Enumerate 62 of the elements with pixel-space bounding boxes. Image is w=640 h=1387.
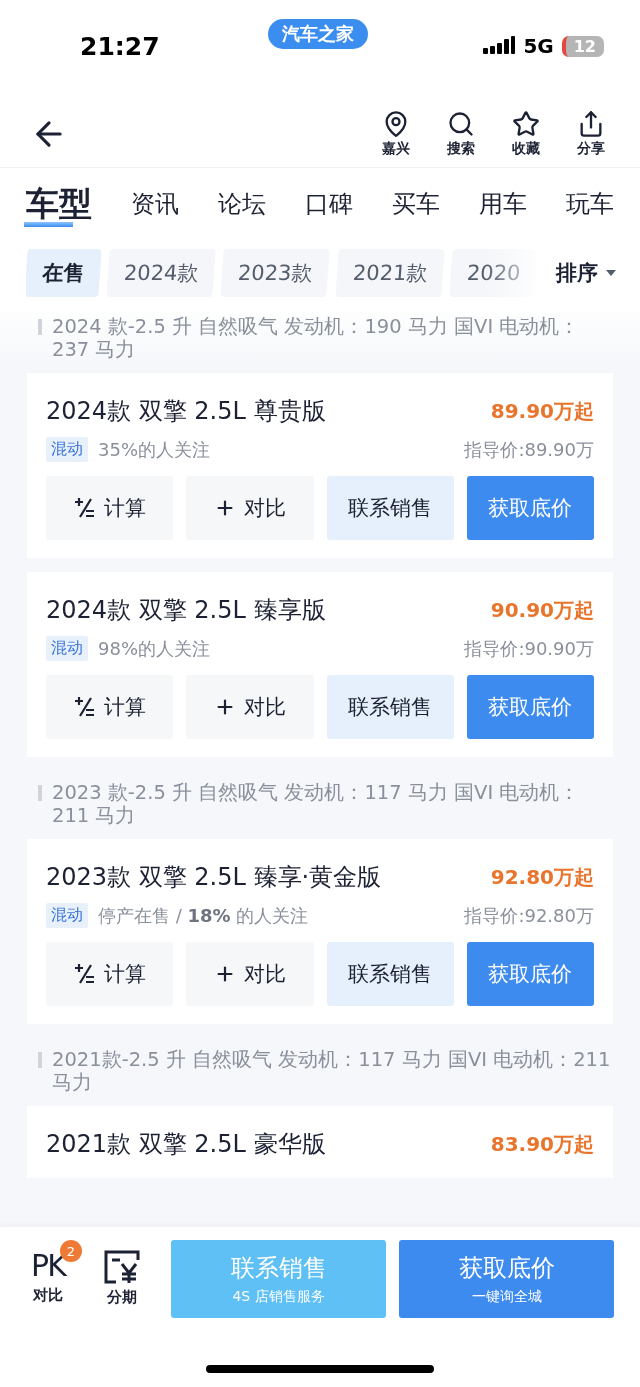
fuel-tag: 混动 — [46, 903, 88, 928]
battery-level: 12 — [561, 35, 604, 57]
action-button[interactable]: 联系销售 — [326, 476, 454, 540]
header-action[interactable]: 搜索 — [438, 109, 484, 158]
guide-price: 指导价:90.90万 — [464, 636, 594, 661]
model-title: 2023款 双擎 2.5L 臻享·黄金版 — [46, 862, 382, 893]
action-button[interactable]: 联系销售 — [326, 675, 454, 739]
plus-minus-icon — [73, 963, 96, 985]
action-button[interactable]: 对比 — [186, 675, 314, 739]
nav-tab[interactable]: 买车 — [390, 188, 442, 220]
attention-text: 35%的人关注 — [98, 437, 210, 462]
section-heading: 2024 款-2.5 升 自然吸气 发动机：190 马力 国VI 电动机：237 马力 — [52, 315, 581, 361]
fuel-tag: 混动 — [46, 636, 88, 661]
clock-time: 21:27 — [80, 32, 160, 61]
fuel-tag: 混动 — [46, 437, 88, 462]
filter-chip[interactable]: 2024款 — [106, 248, 217, 297]
model-card[interactable]: 2024款 双擎 2.5L 臻享版 90.90万起 混动 98%的人关注 指导价:90.90万 计算 对比 联系销售 获取底价 — [27, 572, 613, 757]
nav-tab[interactable]: 口碑 — [303, 188, 355, 220]
guide-price: 指导价:92.80万 — [464, 903, 594, 928]
network-label: 5G — [523, 34, 554, 58]
tool-label: 对比 — [33, 1286, 63, 1305]
model-card[interactable]: 2023款 双擎 2.5L 臻享·黄金版 92.80万起 混动 停产在售 / 18% 的人关注 指导价:92.80万 计算 对比 联系销售 获取底价 — [27, 839, 613, 1024]
model-card[interactable]: 2024款 双擎 2.5L 尊贵版 89.90万起 混动 35%的人关注 指导价:89.90万 计算 对比 联系销售 获取底价 — [27, 373, 613, 558]
plus-minus-icon — [73, 696, 96, 718]
model-price: 90.90万起 — [490, 596, 594, 624]
installment-tool[interactable]: 分期 — [100, 1240, 156, 1307]
action-button[interactable]: 计算 — [46, 942, 174, 1006]
nav-tab[interactable]: 玩车 — [564, 188, 616, 220]
action-button[interactable]: 计算 — [46, 476, 174, 540]
header-action[interactable]: 嘉兴 — [373, 109, 419, 158]
sort-button[interactable]: 排序 — [556, 258, 616, 287]
model-title: 2024款 双擎 2.5L 臻享版 — [46, 595, 326, 626]
filter-chip[interactable]: 2023款 — [220, 248, 331, 297]
nav-tab[interactable]: 资讯 — [129, 188, 181, 220]
favorite-icon — [512, 109, 540, 138]
action-button[interactable]: 联系销售 — [326, 942, 454, 1006]
action-button[interactable]: 对比 — [186, 476, 314, 540]
action-button[interactable]: 对比 — [186, 942, 314, 1006]
model-price: 83.90万起 — [490, 1130, 594, 1158]
filter-chip[interactable]: 在售 — [26, 248, 102, 297]
filter-chip[interactable]: 2021款 — [335, 248, 446, 297]
nav-tab[interactable]: 用车 — [477, 188, 529, 220]
search-icon — [447, 109, 475, 138]
model-price: 92.80万起 — [490, 863, 594, 891]
model-price: 89.90万起 — [490, 397, 594, 425]
signal-icon — [483, 36, 516, 56]
plus-minus-icon — [73, 497, 96, 519]
attention-text: 98%的人关注 — [98, 636, 210, 661]
model-title: 2021款 双擎 2.5L 豪华版 — [46, 1129, 326, 1160]
nav-tab[interactable]: 论坛 — [216, 188, 268, 220]
section-heading: 2023 款-2.5 升 自然吸气 发动机：117 马力 国VI 电动机：211 马力 — [52, 781, 581, 827]
model-title: 2024款 双擎 2.5L 尊贵版 — [46, 396, 326, 427]
guide-price: 指导价:89.90万 — [464, 437, 594, 462]
attention-text: 停产在售 / 18% 的人关注 — [98, 903, 309, 928]
model-card[interactable]: 2021款 双擎 2.5L 豪华版 83.90万起 — [27, 1106, 613, 1178]
header-action[interactable]: 分享 — [568, 109, 614, 158]
tool-label: 分期 — [107, 1288, 137, 1307]
section-heading: 2021款-2.5 升 自然吸气 发动机：117 马力 国VI 电动机：211 马力 — [52, 1048, 612, 1094]
caret-icon — [606, 269, 616, 276]
action-button[interactable]: 计算 — [46, 675, 174, 739]
header-action[interactable]: 收藏 — [503, 109, 549, 158]
yen-frame-icon — [104, 1250, 140, 1284]
